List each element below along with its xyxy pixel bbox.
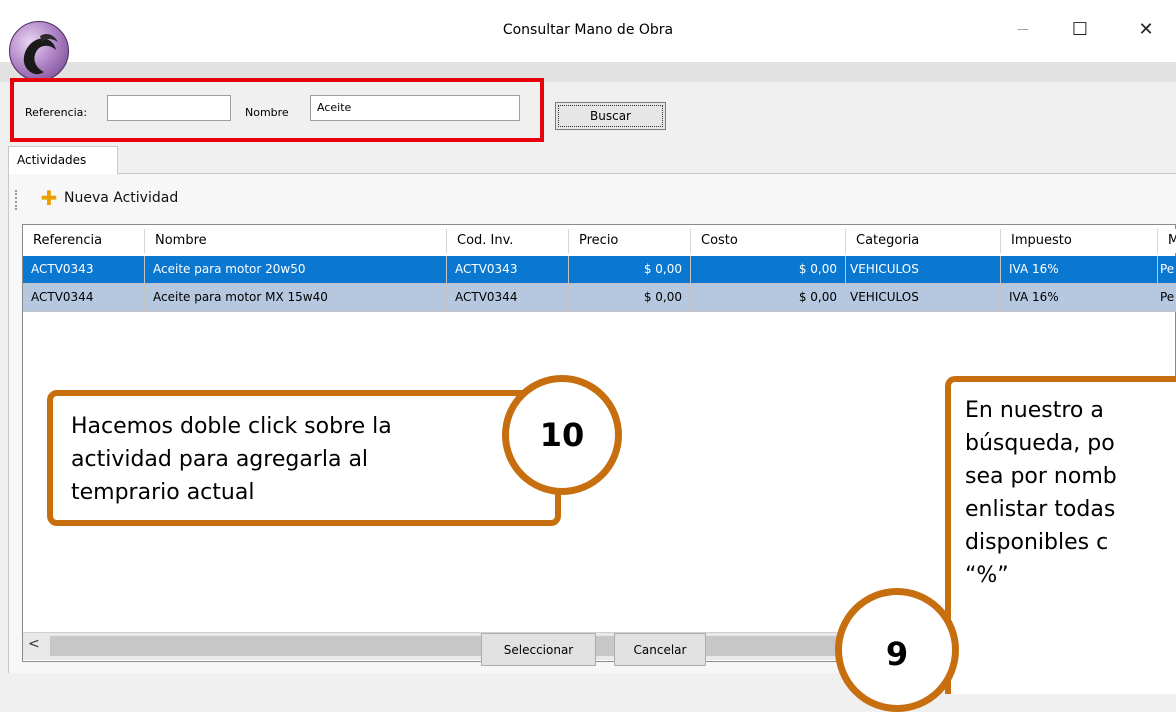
column-header-cod-inv[interactable]: Cod. Inv. bbox=[447, 229, 569, 253]
callout-10-line3: temprario actual bbox=[71, 480, 255, 505]
cell-precio: $ 0,00 bbox=[569, 256, 691, 284]
cell-referencia: ACTV0343 bbox=[23, 256, 145, 284]
close-icon: ✕ bbox=[1138, 18, 1154, 40]
cell-nombre: Aceite para motor 20w50 bbox=[145, 256, 447, 284]
cell-m: Pe bbox=[1158, 256, 1176, 284]
cell-impuesto: IVA 16% bbox=[1001, 256, 1158, 284]
cell-cod-inv: ACTV0344 bbox=[447, 284, 569, 312]
column-header-costo[interactable]: Costo bbox=[691, 229, 846, 253]
maximize-button[interactable]: ☐ bbox=[1057, 14, 1103, 44]
search-highlight-frame bbox=[10, 78, 544, 142]
toolbar-grip bbox=[15, 190, 19, 210]
callout-9-line1: En nuestro a bbox=[965, 398, 1104, 423]
callout-9-line5: disponibles c bbox=[965, 530, 1109, 555]
callout-step-9: En nuestro a búsqueda, po sea por nomb e… bbox=[945, 376, 1176, 694]
cell-cod-inv: ACTV0343 bbox=[447, 256, 569, 284]
callout-step-10: Hacemos doble click sobre la actividad p… bbox=[47, 390, 561, 526]
column-header-nombre[interactable]: Nombre bbox=[145, 229, 447, 253]
cell-referencia: ACTV0344 bbox=[23, 284, 145, 312]
plus-icon: ✚ bbox=[40, 186, 58, 210]
app-logo-icon bbox=[9, 21, 69, 81]
maximize-icon: ☐ bbox=[1071, 18, 1089, 40]
cell-nombre: Aceite para motor MX 15w40 bbox=[145, 284, 447, 312]
scroll-left-icon[interactable]: < bbox=[28, 636, 40, 652]
step-10-badge: 10 bbox=[502, 375, 622, 495]
cell-categoria: VEHICULOS bbox=[846, 284, 1001, 312]
cell-categoria: VEHICULOS bbox=[846, 256, 1001, 284]
cell-costo: $ 0,00 bbox=[691, 256, 846, 284]
cell-costo: $ 0,00 bbox=[691, 284, 846, 312]
callout-9-line3: sea por nomb bbox=[965, 464, 1117, 489]
step-9-badge: 9 bbox=[835, 588, 959, 712]
cell-precio: $ 0,00 bbox=[569, 284, 691, 312]
callout-9-line6: “%” bbox=[965, 563, 1009, 588]
column-header-impuesto[interactable]: Impuesto bbox=[1001, 229, 1158, 253]
cell-impuesto: IVA 16% bbox=[1001, 284, 1158, 312]
close-button[interactable]: ✕ bbox=[1123, 14, 1169, 44]
cell-m: Pe bbox=[1158, 284, 1176, 312]
callout-9-line4: enlistar todas bbox=[965, 497, 1116, 522]
table-row[interactable]: ACTV0343 Aceite para motor 20w50 ACTV034… bbox=[23, 256, 1176, 284]
column-header-referencia[interactable]: Referencia bbox=[23, 229, 145, 253]
column-header-precio[interactable]: Precio bbox=[569, 229, 691, 253]
buscar-button[interactable]: Buscar bbox=[555, 102, 666, 130]
callout-10-line1: Hacemos doble click sobre la bbox=[71, 414, 392, 439]
callout-9-line2: búsqueda, po bbox=[965, 431, 1115, 456]
nueva-actividad-label: Nueva Actividad bbox=[64, 190, 179, 206]
seleccionar-button[interactable]: Seleccionar bbox=[481, 633, 596, 666]
buscar-button-label: Buscar bbox=[558, 105, 663, 127]
column-header-m[interactable]: M bbox=[1158, 229, 1176, 253]
tab-actividades[interactable]: Actividades bbox=[8, 146, 118, 174]
minimize-icon: — bbox=[1017, 22, 1029, 36]
cancelar-button[interactable]: Cancelar bbox=[614, 633, 706, 666]
column-header-categoria[interactable]: Categoria bbox=[846, 229, 1001, 253]
table-row[interactable]: ACTV0344 Aceite para motor MX 15w40 ACTV… bbox=[23, 284, 1176, 312]
nueva-actividad-button[interactable]: ✚ Nueva Actividad bbox=[40, 186, 179, 210]
callout-10-line2: actividad para agregarla al bbox=[71, 447, 369, 472]
minimize-button[interactable]: — bbox=[1000, 14, 1046, 44]
